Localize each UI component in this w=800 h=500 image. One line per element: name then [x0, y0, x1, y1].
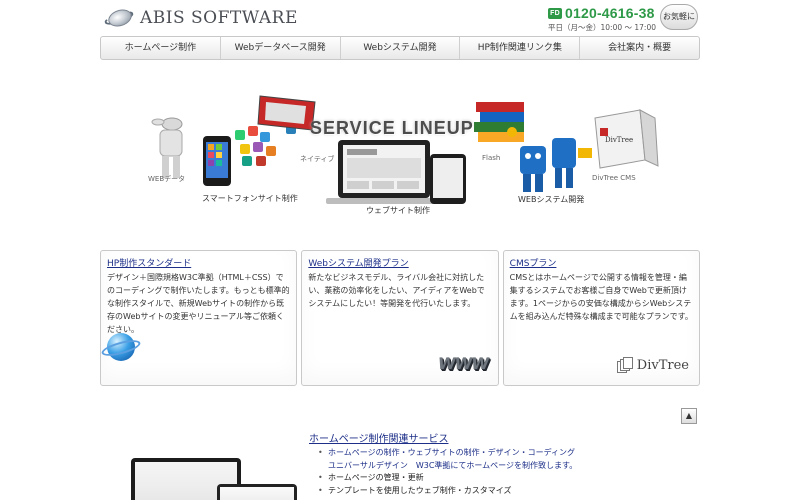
- hero-illustration: [151, 95, 659, 204]
- card-hp-standard-text: デザイン＋国際規格W3C準拠（HTML＋CSS）でのコーディングで制作いたします…: [107, 273, 290, 334]
- site-logo[interactable]: ABIS SOFTWARE: [103, 6, 298, 30]
- related-services-list: ホームページの制作・ウェブサイトの制作・デザイン・コーディング ユニバーサルデザ…: [318, 447, 577, 497]
- caption-flash: Flash: [482, 154, 501, 162]
- card-hp-standard-title[interactable]: HP制作スタンダード: [107, 256, 290, 269]
- nav-item-links[interactable]: HP制作関連リンク集: [460, 37, 581, 59]
- divtree-logo-text: DivTree: [636, 357, 689, 373]
- business-hours: 平日（月〜金）10:00 〜 17:00: [548, 23, 656, 32]
- card-web-system-title[interactable]: Webシステム開発プラン: [308, 256, 491, 269]
- freedial-icon: FD: [548, 7, 562, 19]
- card-cms-title[interactable]: CMSプラン: [510, 256, 693, 269]
- card-web-system: Webシステム開発プラン 新たなビジネスモデル、ライバル会社に対抗したい、業務の…: [301, 250, 499, 386]
- list-item[interactable]: ユニバーサルデザイン W3C準拠にてホームページを制作致します。: [318, 460, 577, 473]
- phone-number-text: 0120-4616-38: [565, 5, 655, 21]
- tablet-icon: [430, 154, 466, 204]
- list-item: ホームページの管理・更新: [318, 472, 577, 485]
- card-cms-text: CMSとはホームページで公開する情報を管理・編集するシステムでお客様ご自身でWe…: [509, 273, 693, 321]
- nav-item-company[interactable]: 会社案内・概要: [580, 37, 699, 59]
- service-cards: HP制作スタンダード デザイン＋国際規格W3C準拠（HTML＋CSS）でのコーデ…: [100, 250, 700, 386]
- phone-block: FD 0120-4616-38 平日（月〜金）10:00 〜 17:00: [548, 5, 660, 33]
- caption-web-system: WEBシステム開発: [518, 195, 585, 204]
- caption-website: ウェブサイト制作: [366, 206, 430, 215]
- laptop-icon: [326, 140, 442, 204]
- logo-text: ABIS SOFTWARE: [140, 8, 298, 28]
- related-services-title[interactable]: ホームページ制作関連サービス: [309, 430, 449, 445]
- hero-title: SERVICE LINEUP: [310, 118, 474, 138]
- nav-item-homepage[interactable]: ホームページ制作: [101, 37, 221, 59]
- laptop-preview-image-2: [217, 484, 297, 500]
- caption-web-database: WEBデータ: [148, 175, 186, 183]
- card-hp-standard: HP制作スタンダード デザイン＋国際規格W3C準拠（HTML＋CSS）でのコーデ…: [100, 250, 298, 386]
- contact-button[interactable]: お気軽に: [660, 4, 698, 30]
- global-nav: ホームページ制作 Webデータベース開発 Webシステム開発 HP制作関連リンク…: [100, 36, 700, 60]
- flag-device-icon: [257, 95, 316, 131]
- caption-divtree-cms: DivTree CMS: [592, 174, 636, 182]
- card-web-system-text: 新たなビジネスモデル、ライバル会社に対抗したい、業務の効率化をしたい、アイディア…: [308, 273, 485, 308]
- worker-figure-icon: [151, 117, 183, 178]
- card-cms: CMSプラン CMSとはホームページで公開する情報を管理・編集するシステムでお客…: [502, 250, 700, 386]
- www-icon: WWW: [436, 354, 490, 373]
- divtree-mark-icon: [616, 357, 633, 373]
- caption-smartphone-site: スマートフォンサイト制作: [202, 194, 298, 203]
- service-lineup-hero[interactable]: SERVICE LINEUP WEBデータ ネイティブ スマートフォンサイト制作…: [100, 88, 700, 218]
- nav-item-web-system[interactable]: Webシステム開発: [341, 37, 461, 59]
- logo-disc-icon: [103, 6, 135, 30]
- nav-item-web-database[interactable]: Webデータベース開発: [221, 37, 341, 59]
- page-top-button[interactable]: ▲: [681, 408, 697, 424]
- divtree-logo: DivTree: [616, 357, 689, 373]
- divtree-box-label: DivTree: [605, 136, 634, 144]
- list-item[interactable]: ホームページの制作・ウェブサイトの制作・デザイン・コーディング: [318, 447, 577, 460]
- phone-number[interactable]: FD 0120-4616-38: [548, 5, 660, 21]
- smartphone-icon: [203, 136, 231, 186]
- caption-native: ネイティブ: [300, 155, 335, 163]
- books-icon: [474, 102, 524, 142]
- globe-icon: [100, 331, 142, 365]
- list-item: テンプレートを使用したウェブ制作・カスタマイズ: [318, 485, 577, 498]
